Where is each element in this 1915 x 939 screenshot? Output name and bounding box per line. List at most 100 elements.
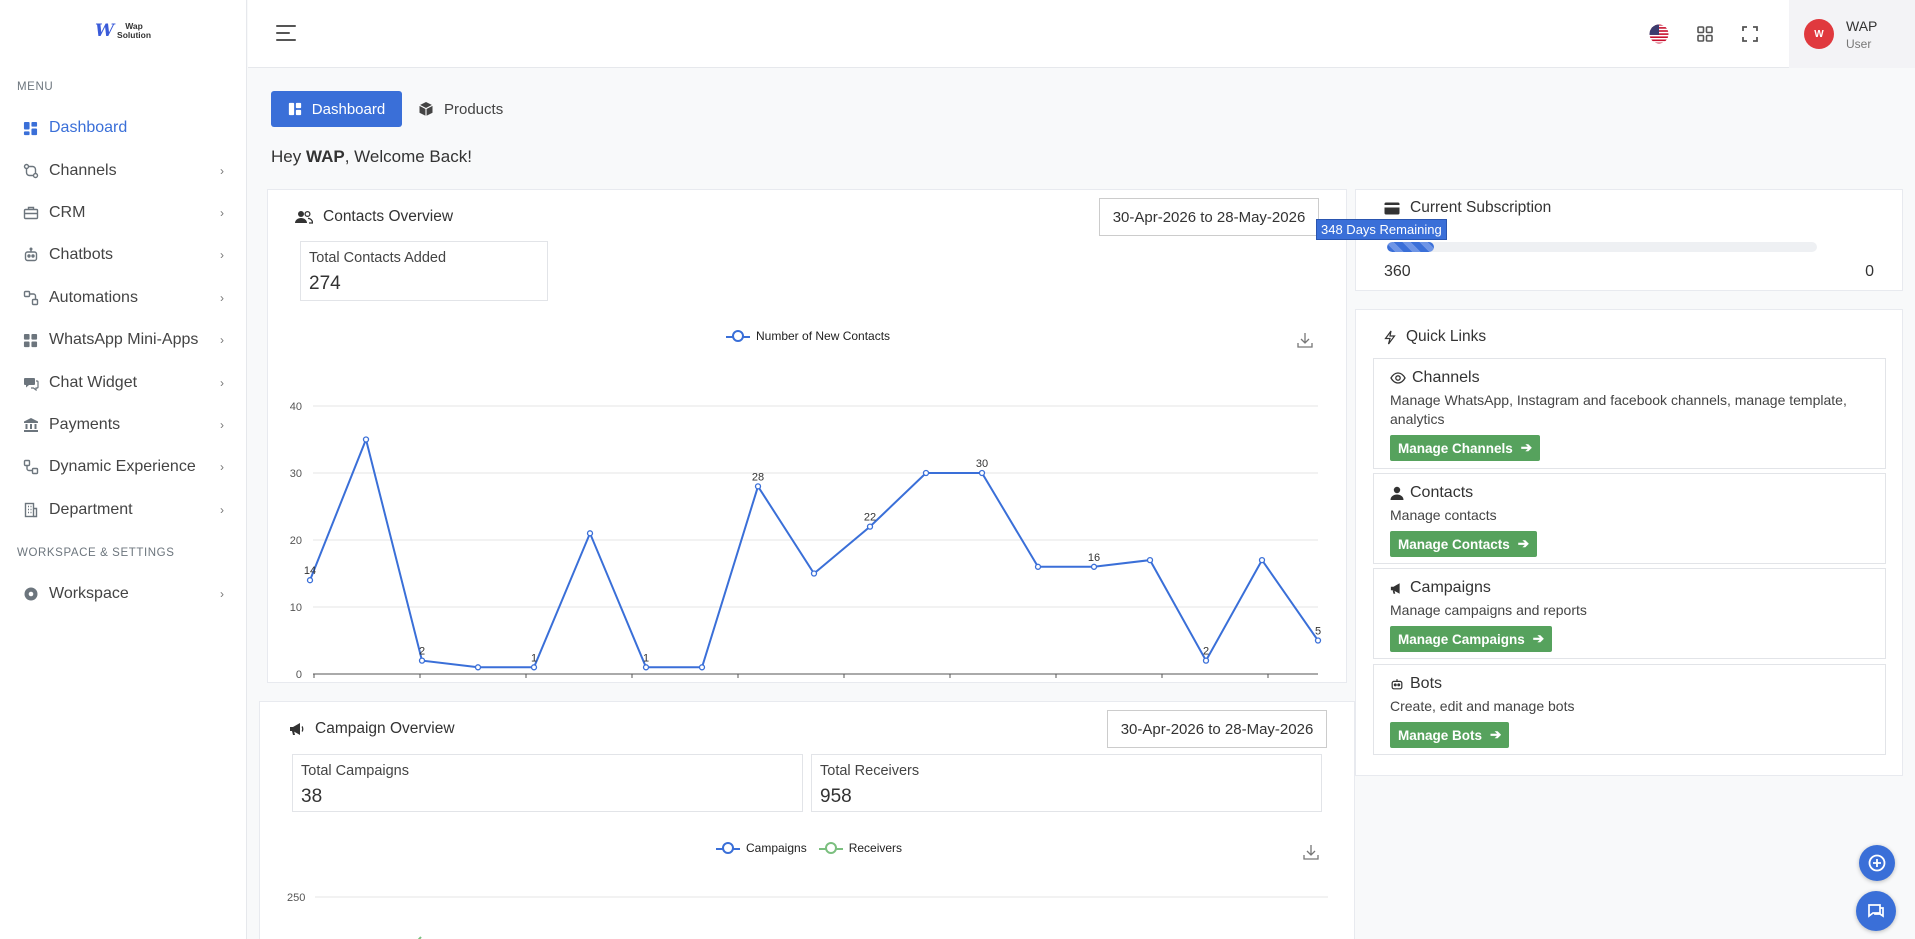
robot-icon <box>1391 679 1403 690</box>
gear-icon <box>22 586 39 603</box>
legend-label-campaigns[interactable]: Campaigns <box>746 841 807 855</box>
quick-link-contacts: Contacts Manage contacts Manage Contacts… <box>1373 473 1886 564</box>
user-menu[interactable]: W WAP User <box>1789 0 1915 68</box>
quick-link-campaigns: Campaigns Manage campaigns and reports M… <box>1373 568 1886 659</box>
menu-toggle-icon[interactable] <box>276 25 296 46</box>
sidebar-item-department[interactable]: Department › <box>0 489 246 531</box>
stat-label: Total Receivers <box>820 763 920 779</box>
chevron-right-icon: › <box>220 417 224 432</box>
data-label: 30 <box>976 458 988 470</box>
chevron-right-icon: › <box>220 375 224 390</box>
data-point <box>1202 657 1210 664</box>
sidebar-item-label: Workspace <box>49 585 129 603</box>
campaign-overview-card: Campaign Overview 30-Apr-2026 to 28-May-… <box>259 701 1355 939</box>
data-point <box>1314 637 1322 644</box>
data-label: 1 <box>531 652 537 664</box>
sidebar-item-dynamic-experience[interactable]: Dynamic Experience › <box>0 446 246 488</box>
grid-icon <box>22 332 39 349</box>
sidebar-item-label: Automations <box>49 288 138 306</box>
download-icon[interactable] <box>1302 843 1320 861</box>
tab-label: Dashboard <box>311 100 386 118</box>
data-point <box>306 577 314 584</box>
add-circle-button[interactable] <box>1859 845 1895 881</box>
quick-link-desc: Create, edit and manage bots <box>1390 698 1575 714</box>
menu-heading: MENU <box>17 81 54 93</box>
contacts-overview-card: Contacts Overview 30-Apr-2026 to 28-May-… <box>267 189 1347 683</box>
us-flag-icon[interactable] <box>1647 22 1671 46</box>
contacts-line-chart: 0102030402026-04-302026-05-022026-05-062… <box>290 401 1322 681</box>
logo-mark: W <box>94 21 115 41</box>
chevron-right-icon: › <box>220 163 224 178</box>
user-role: User <box>1846 36 1872 51</box>
arrow-right-icon: ➔ <box>1517 536 1530 551</box>
data-point <box>642 664 650 671</box>
manage-contacts-button[interactable]: Manage Contacts ➔ <box>1390 531 1538 557</box>
briefcase-icon <box>22 204 39 221</box>
y-tick-label: 30 <box>290 468 302 480</box>
contacts-date-range[interactable]: 30-Apr-2026 to 28-May-2026 <box>1099 198 1319 236</box>
sidebar-item-chat-widget[interactable]: Chat Widget › <box>0 361 246 403</box>
megaphone-icon <box>290 723 304 735</box>
users-icon <box>295 210 313 224</box>
logo[interactable]: W Wap Solution <box>0 0 246 62</box>
quick-link-title: Contacts <box>1410 484 1474 501</box>
legend-label-receivers[interactable]: Receivers <box>849 841 902 855</box>
topbar: W WAP User <box>248 0 1915 68</box>
stat-value: 958 <box>820 786 852 807</box>
sidebar-item-chatbots[interactable]: Chatbots › <box>0 234 246 276</box>
legend-marker <box>818 842 843 854</box>
data-point <box>810 570 818 577</box>
data-point <box>586 530 594 537</box>
stat-value: 38 <box>301 786 323 807</box>
fullscreen-icon[interactable] <box>1738 22 1762 46</box>
manage-channels-button[interactable]: Manage Channels ➔ <box>1390 435 1541 461</box>
sidebar-item-label: Chat Widget <box>49 373 138 391</box>
sidebar-item-automations[interactable]: Automations › <box>0 277 246 319</box>
quick-link-desc: Manage campaigns and reports <box>1390 602 1587 618</box>
plus-circle-icon <box>1868 854 1886 872</box>
sidebar-item-payments[interactable]: Payments › <box>0 404 246 446</box>
tab-dashboard[interactable]: Dashboard <box>271 91 402 127</box>
data-point <box>866 523 874 530</box>
lightning-icon <box>1384 330 1396 344</box>
data-point <box>1146 556 1154 564</box>
total-receivers-stat: Total Receivers 958 <box>811 754 1322 812</box>
quick-link-desc: Manage contacts <box>1390 507 1497 523</box>
chat-support-button[interactable] <box>1856 891 1896 931</box>
subscription-card: Current Subscription 360 0 <box>1355 189 1903 291</box>
download-icon[interactable] <box>1296 331 1314 349</box>
data-point <box>1090 563 1098 570</box>
quick-link-desc: Manage WhatsApp, Instagram and facebook … <box>1390 392 1847 427</box>
campaign-chart-legend: Campaigns Receivers <box>716 841 902 855</box>
sidebar-item-whatsapp-mini-apps[interactable]: WhatsApp Mini-Apps › <box>0 319 246 361</box>
sidebar-item-label: Channels <box>49 161 117 179</box>
contacts-chart-legend[interactable]: Number of New Contacts <box>726 329 890 343</box>
chevron-right-icon: › <box>220 333 224 348</box>
y-tick-label: 0 <box>296 669 302 681</box>
user-name: WAP <box>1846 17 1878 34</box>
total-campaigns-stat: Total Campaigns 38 <box>292 754 803 812</box>
quick-link-title: Campaigns <box>1410 579 1491 596</box>
sidebar-item-workspace[interactable]: Workspace › <box>0 573 246 615</box>
y-tick-label: 250 <box>287 892 305 904</box>
apps-grid-icon[interactable] <box>1693 22 1717 46</box>
data-label: 2 <box>419 646 425 658</box>
building-icon <box>22 501 39 518</box>
sidebar-item-label: Payments <box>49 415 121 433</box>
legend-marker <box>716 842 740 854</box>
sidebar-item-dashboard[interactable]: Dashboard <box>0 107 246 149</box>
data-point <box>698 664 706 671</box>
manage-campaigns-button[interactable]: Manage Campaigns ➔ <box>1390 626 1553 652</box>
campaign-date-range[interactable]: 30-Apr-2026 to 28-May-2026 <box>1107 710 1327 748</box>
data-label: 1 <box>643 652 649 664</box>
tab-products[interactable]: Products <box>418 91 503 127</box>
subscription-used: 0 <box>1865 263 1874 280</box>
quick-links-title: Quick Links <box>1406 328 1487 345</box>
chat-icon <box>1868 904 1884 918</box>
sidebar-item-channels[interactable]: Channels › <box>0 149 246 191</box>
manage-bots-button[interactable]: Manage Bots ➔ <box>1390 722 1510 748</box>
automation-icon <box>22 289 39 306</box>
data-label: 16 <box>1088 552 1100 564</box>
data-point <box>922 469 930 477</box>
sidebar-item-crm[interactable]: CRM › <box>0 192 246 234</box>
